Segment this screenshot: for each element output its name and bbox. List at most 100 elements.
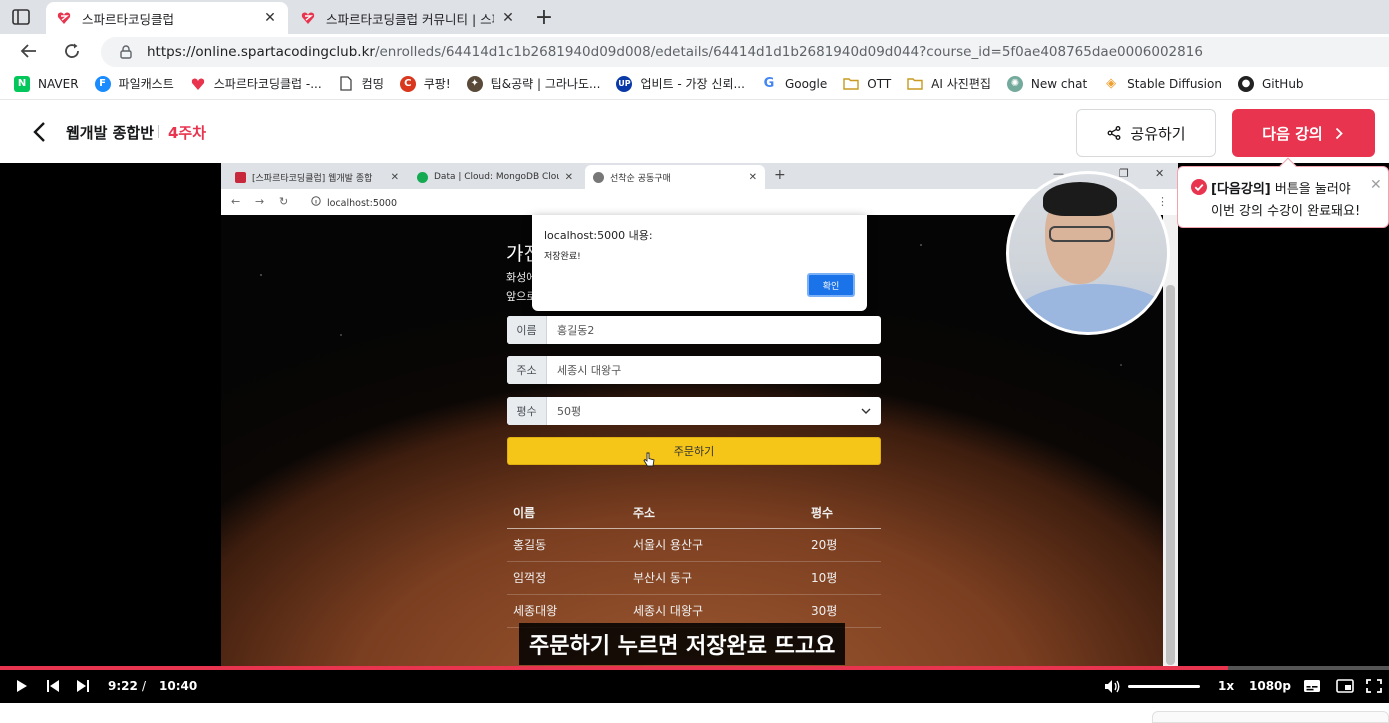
stable-diffusion-icon: ◈ (1106, 76, 1117, 91)
bottom-panel-edge (1152, 711, 1389, 723)
chevron-right-icon (1333, 126, 1345, 140)
table-cell: 10평 (805, 561, 881, 595)
reload-icon[interactable] (60, 40, 84, 62)
bookmark-label: OTT (867, 76, 892, 91)
folder-icon (843, 76, 859, 92)
lock-icon[interactable] (119, 45, 133, 59)
bookmark-sparta[interactable]: 스파르타코딩클럽 -... (190, 75, 322, 92)
skip-next-icon[interactable] (76, 678, 90, 694)
browser-tab-1[interactable]: 스파르타코딩클럽 커뮤니티 | 스파 ✕ (290, 2, 526, 34)
next-lecture-button[interactable]: 다음 강의 (1232, 109, 1375, 157)
table-cell: 서울시 용산구 (627, 528, 805, 562)
next-label: 다음 강의 (1262, 124, 1323, 143)
bookmark-google[interactable]: G Google (761, 76, 828, 92)
close-icon[interactable]: ✕ (500, 10, 516, 26)
close-icon[interactable]: ✕ (1370, 177, 1382, 193)
table-row: 임꺽정 부산시 동구 10평 (507, 561, 881, 595)
tooltip-text-line1: [다음강의] 버튼을 눌러야 (1211, 178, 1351, 197)
bookmark-github[interactable]: ● GitHub (1237, 75, 1304, 92)
chatgpt-icon: ✺ (1006, 75, 1023, 92)
alert-dialog: localhost:5000 내용: 저장완료! 확인 (532, 215, 867, 311)
video-tab-2: 선착순 공동구매 ✕ (585, 165, 765, 189)
bookmark-label: GitHub (1261, 76, 1304, 91)
close-icon[interactable]: ✕ (262, 10, 278, 26)
url-host: https://online.spartacodingclub.kr (147, 44, 375, 60)
field-label: 평수 (507, 397, 547, 425)
share-icon (1106, 125, 1122, 141)
tooltip-bold-text: [다음강의] (1211, 182, 1271, 197)
bookmark-coupang[interactable]: C 쿠팡! (399, 75, 451, 92)
bookmark-filecast[interactable]: F 파일캐스트 (94, 75, 174, 92)
back-chevron-icon[interactable] (28, 120, 50, 144)
total-time: 10:40 (159, 679, 198, 693)
tooltip-text: 버튼을 눌러야 (1270, 182, 1351, 197)
fullscreen-icon[interactable] (1366, 678, 1382, 694)
page-icon (338, 76, 354, 92)
video-browser-tab-bar: [스파르타코딩클럽] 웹개발 종합 ✕ Data | Cloud: MongoD… (221, 163, 1178, 189)
new-tab-plus-icon[interactable]: + (532, 5, 556, 30)
bookmark-granado[interactable]: ✦ 팁&공략 | 그라나도... (466, 75, 600, 92)
bottom-strip (0, 703, 1389, 723)
bookmark-ai-photo[interactable]: AI 사진편집 (907, 75, 991, 92)
lecture-header: 웹개발 종합반 4주차 공유하기 다음 강의 (0, 100, 1389, 163)
video-tab-title: 선착순 공동구매 (610, 173, 671, 184)
video-player[interactable]: [스파르타코딩클럽] 웹개발 종합 ✕ Data | Cloud: MongoD… (0, 163, 1389, 703)
volume-icon[interactable] (1104, 678, 1121, 694)
instructor-webcam (1006, 171, 1170, 335)
skip-previous-icon[interactable] (46, 678, 60, 694)
tab-title: 스파르타코딩클럽 커뮤니티 | 스파 (326, 11, 494, 27)
browser-tab-bar: 스파르타코딩클럽 ✕ 스파르타코딩클럽 커뮤니티 | 스파 ✕ + (0, 0, 1389, 34)
play-icon[interactable] (16, 678, 28, 694)
player-controls: 9:22 / 10:40 1x 1080p (0, 670, 1389, 703)
video-tab-title: Data | Cloud: MongoDB Cloud (434, 172, 559, 182)
video-tab-title: [스파르타코딩클럽] 웹개발 종합 (252, 173, 373, 184)
bookmark-label: AI 사진편집 (931, 77, 991, 91)
browser-tab-0[interactable]: 스파르타코딩클럽 ✕ (46, 2, 288, 34)
share-button[interactable]: 공유하기 (1076, 109, 1216, 157)
sparta-icon (190, 76, 206, 92)
bookmark-label: 쿠팡! (423, 77, 451, 91)
scrollbar-thumb (1166, 285, 1175, 665)
name-field: 이름 홍길동2 (507, 316, 881, 344)
volume-slider[interactable] (1128, 685, 1200, 688)
tooltip-text-line2: 이번 강의 수강이 완료돼요! (1211, 204, 1361, 219)
video-tab-0: [스파르타코딩클럽] 웹개발 종합 ✕ (227, 165, 407, 189)
column-header: 주소 (627, 498, 805, 529)
sparta-favicon-icon (235, 171, 246, 183)
coupang-icon: C (399, 75, 416, 92)
bookmark-label: 컴띵 (361, 77, 384, 91)
back-arrow-icon: ← (231, 195, 241, 208)
webcam-person-hair (1043, 182, 1117, 216)
bookmark-ott[interactable]: OTT (843, 76, 891, 92)
theater-mode-icon[interactable] (1336, 678, 1354, 694)
globe-icon (593, 171, 604, 183)
bookmarks-bar: N NAVER F 파일캐스트 스파르타코딩클럽 -... 컴띵 C 쿠팡! ✦ 팁&공… (0, 68, 1389, 100)
mongodb-leaf-icon (417, 171, 428, 183)
bookmark-label: 스파르타코딩클럽 -... (213, 77, 322, 91)
address-field: 주소 세종시 대왕구 (507, 356, 881, 384)
video-url-text: localhost:5000 (327, 198, 398, 209)
table-header-row: 이름 주소 평수 (507, 498, 881, 529)
bookmark-naver[interactable]: N NAVER (14, 75, 79, 92)
bookmark-new-chat[interactable]: ✺ New chat (1006, 75, 1087, 92)
upbit-icon: UP (616, 75, 633, 92)
new-tab-plus-icon: + (774, 167, 786, 183)
bookmark-page[interactable]: 컴띵 (338, 75, 384, 92)
table-cell: 부산시 동구 (627, 561, 805, 595)
url-input[interactable]: https://online.spartacodingclub.kr/enrol… (101, 37, 1389, 67)
close-icon: ✕ (748, 171, 757, 183)
granado-icon: ✦ (466, 75, 483, 92)
bookmark-stable-diffusion[interactable]: ◈ Stable Diffusion (1103, 76, 1222, 92)
bookmark-upbit[interactable]: UP 업비트 - 가장 신뢰... (616, 75, 745, 92)
table-row: 홍길동 서울시 용산구 20평 (507, 528, 881, 562)
subtitles-icon[interactable] (1303, 678, 1321, 694)
playback-speed[interactable]: 1x (1218, 679, 1234, 693)
quality-setting[interactable]: 1080p (1249, 679, 1291, 693)
back-arrow-icon[interactable] (16, 40, 40, 62)
sparta-favicon-icon (56, 10, 72, 26)
chevron-down-icon (861, 406, 881, 417)
field-value: 세종시 대왕구 (557, 364, 622, 377)
alert-title: localhost:5000 내용: (544, 229, 653, 242)
tab-actions-icon[interactable] (10, 7, 32, 27)
bookmark-label: NAVER (38, 76, 79, 91)
